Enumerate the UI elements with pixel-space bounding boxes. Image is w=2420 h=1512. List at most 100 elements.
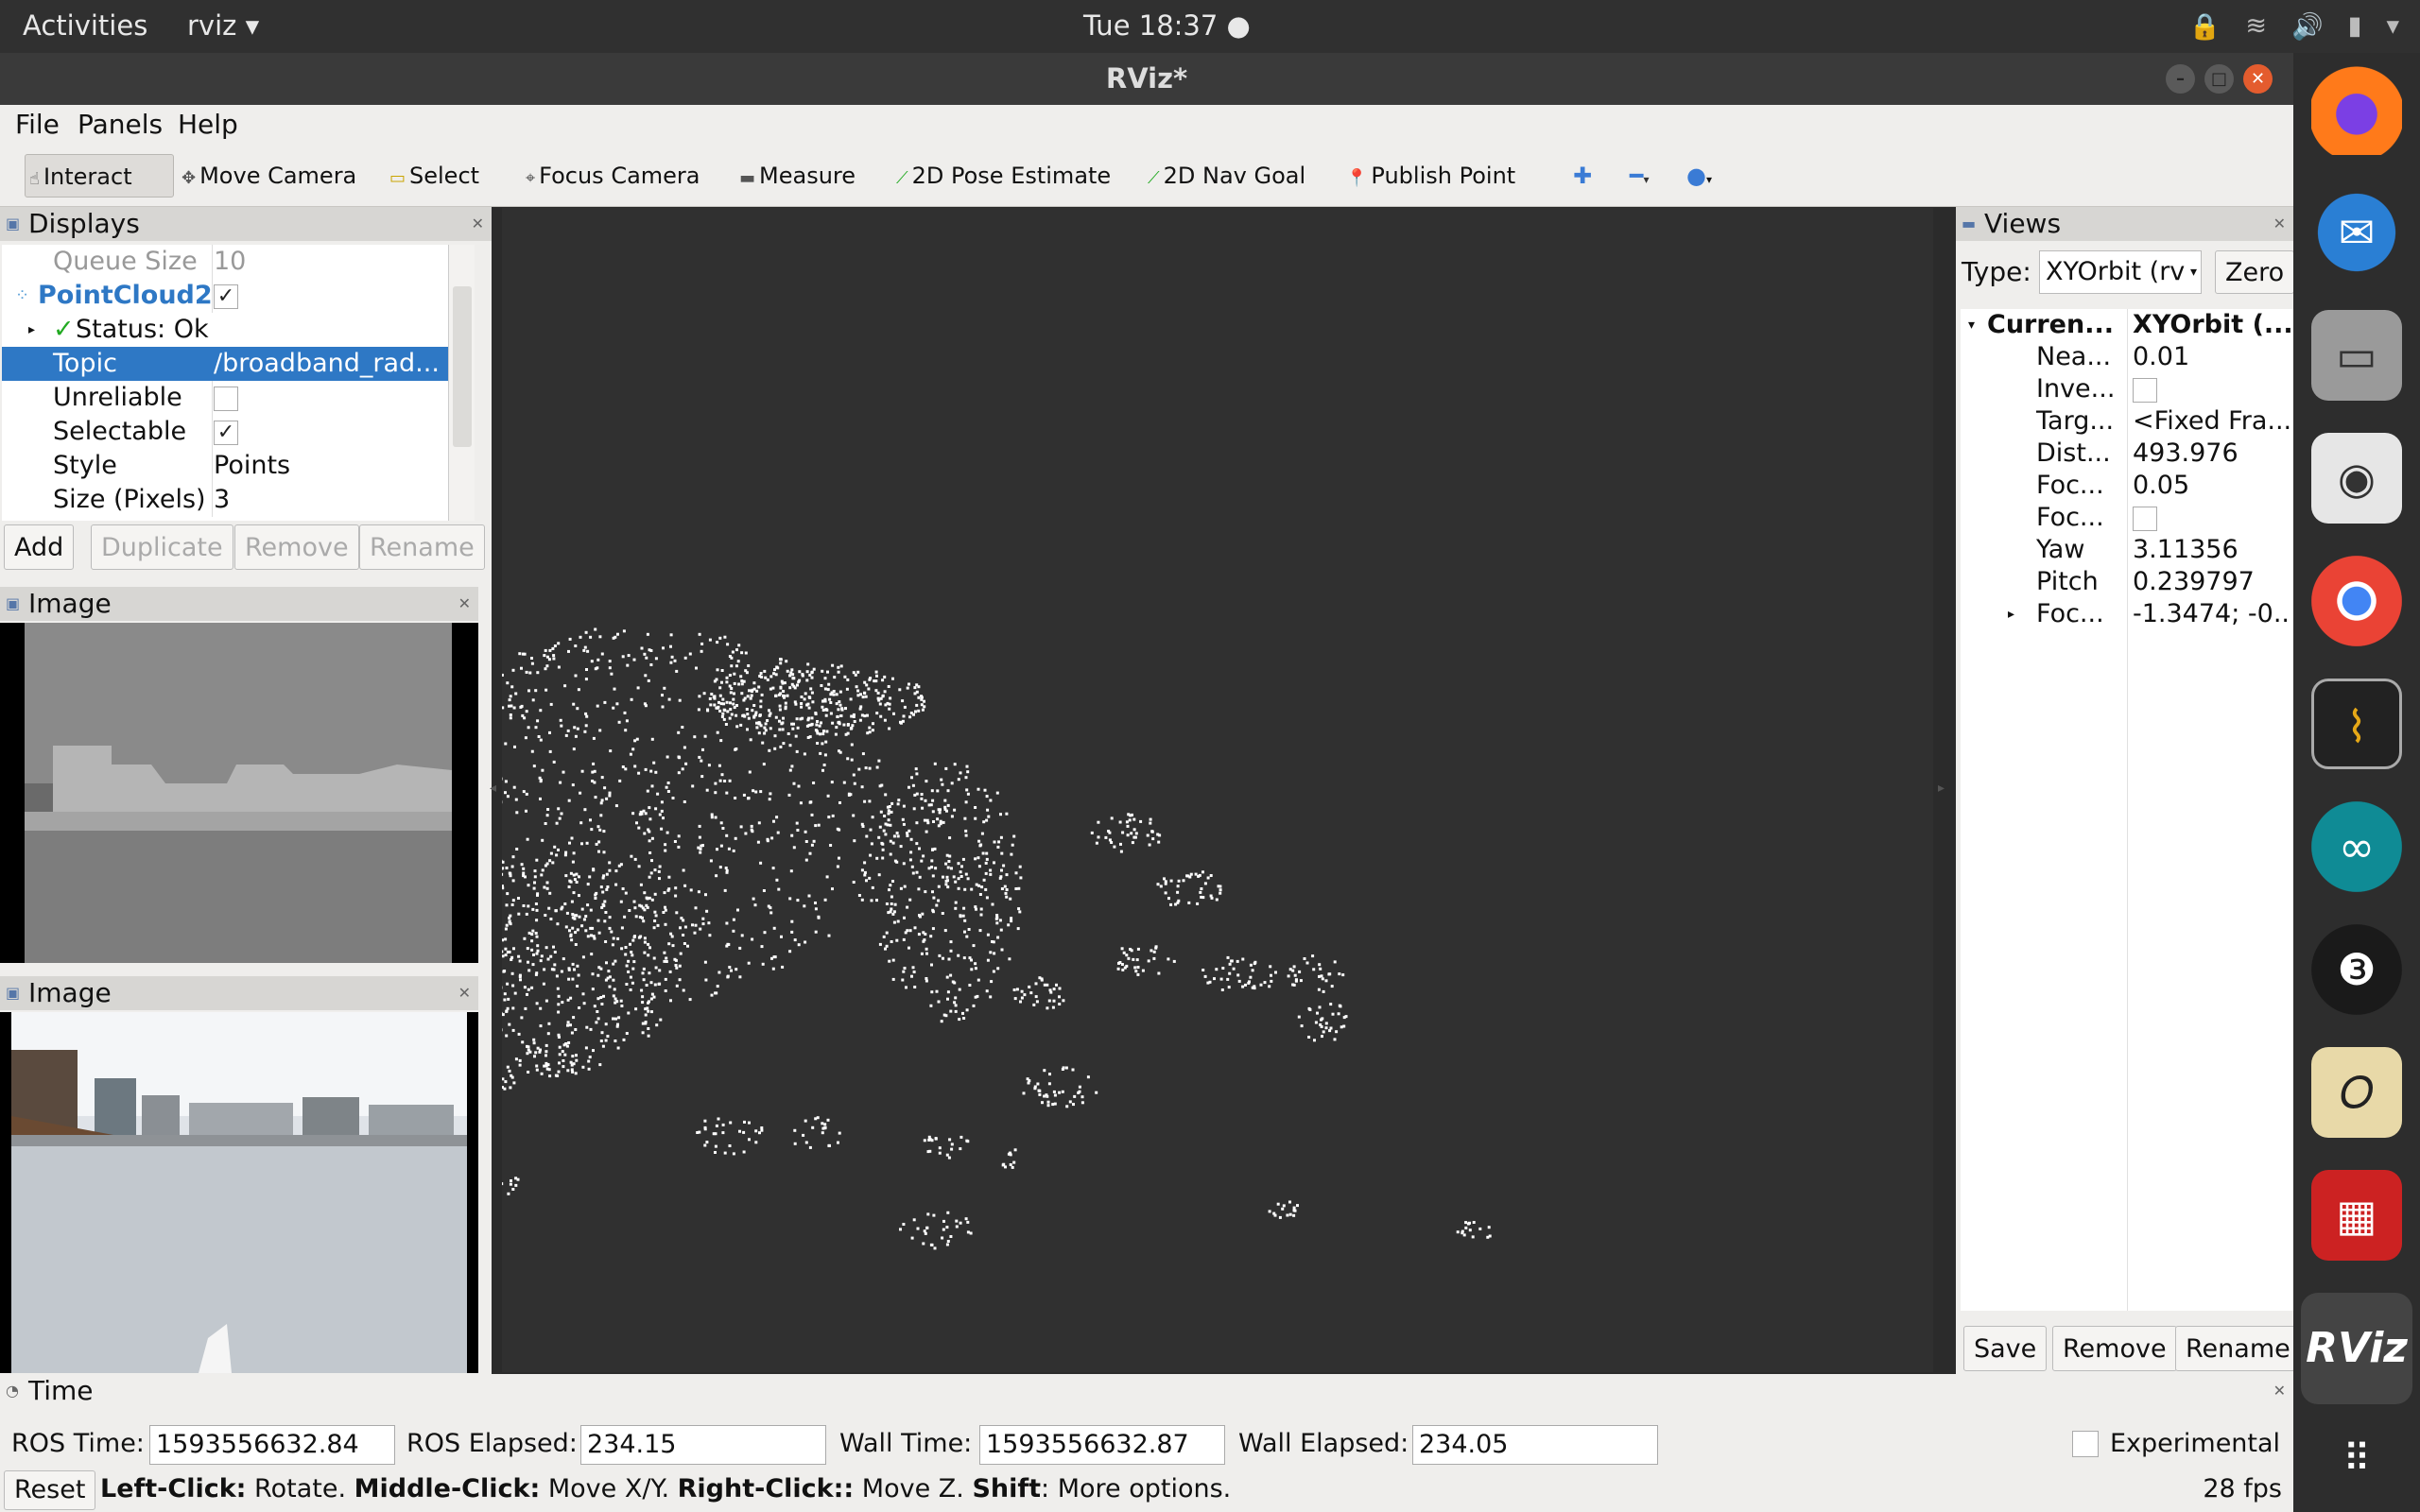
chrome-icon[interactable]: [2311, 556, 2402, 646]
cloud-point: [1187, 901, 1191, 904]
wall-elapsed-field[interactable]: 234.05: [1412, 1425, 1658, 1465]
tree-row-selectable[interactable]: Selectable ✓: [2, 415, 448, 449]
invert-checkbox[interactable]: [2133, 378, 2157, 403]
tool-properties-button[interactable]: ●▾: [1683, 154, 1712, 198]
remove-view-button[interactable]: Remove: [2052, 1326, 2177, 1371]
rhythmbox-icon[interactable]: ◉: [2311, 433, 2402, 524]
cloud-point: [918, 915, 922, 919]
system-monitor-icon[interactable]: ⌇: [2311, 679, 2402, 769]
clock[interactable]: Tue 18:37 ●: [1083, 9, 1251, 42]
displays-scrollbar[interactable]: [448, 245, 475, 521]
render-viewport[interactable]: [502, 208, 1933, 1372]
ros-time-field[interactable]: 1593556632.84: [149, 1425, 395, 1465]
prop-value[interactable]: Points: [214, 449, 290, 483]
tool-select[interactable]: ▭ Select: [386, 154, 479, 198]
close-icon[interactable]: ✕: [2273, 207, 2286, 241]
tree-row-queue-size[interactable]: Queue Size 10: [2, 245, 448, 279]
cloud-point: [636, 686, 640, 690]
rename-view-button[interactable]: Rename: [2175, 1326, 2301, 1371]
prop-value[interactable]: 0.05: [2133, 470, 2291, 502]
cloud-point: [836, 715, 839, 718]
firefox-icon[interactable]: [2311, 64, 2402, 155]
cloud-point: [608, 791, 612, 795]
cloud-point: [1208, 980, 1212, 984]
prop-value[interactable]: 3.11356: [2133, 534, 2291, 566]
cloud-point: [890, 907, 893, 911]
prop-value[interactable]: 0.239797: [2133, 566, 2291, 598]
activities-button[interactable]: Activities: [23, 9, 147, 42]
system-tray[interactable]: 🔒 ≋ 🔊 ▮ ▾: [2189, 11, 2399, 42]
cloud-point: [1297, 1015, 1301, 1019]
collapse-icon[interactable]: ▾: [1968, 309, 1975, 341]
tree-row-style[interactable]: Style Points: [2, 449, 448, 483]
tree-row-status[interactable]: ▸ ✓ Status: Ok: [2, 313, 448, 347]
unreliable-checkbox[interactable]: [214, 387, 238, 411]
app-grid-icon[interactable]: ⠿: [2311, 1414, 2402, 1504]
collapse-right-icon[interactable]: ▸: [1938, 781, 1945, 796]
ros-elapsed-field[interactable]: 234.15: [580, 1425, 826, 1465]
menu-help[interactable]: Help: [178, 109, 238, 140]
cloud-point: [788, 950, 792, 954]
close-icon[interactable]: ✕: [458, 587, 471, 621]
arduino-icon[interactable]: ∞: [2311, 801, 2402, 892]
maps-icon[interactable]: 𝑂: [2311, 1047, 2402, 1138]
thunderbird-icon[interactable]: ✉: [2311, 187, 2402, 278]
close-button[interactable]: ✕: [2243, 64, 2273, 94]
remove-tool-button[interactable]: ━▾: [1626, 154, 1649, 198]
tool-move-camera[interactable]: ✥ Move Camera: [178, 154, 356, 198]
menu-panels[interactable]: Panels: [78, 109, 163, 140]
tool-publish-point[interactable]: 📍 Publish Point: [1342, 154, 1515, 198]
tool-measure[interactable]: ▬ Measure: [735, 154, 856, 198]
close-icon[interactable]: ✕: [472, 207, 484, 241]
reset-button[interactable]: Reset: [4, 1470, 96, 1510]
cloud-point: [653, 910, 657, 914]
terminal-app-icon[interactable]: ▦: [2311, 1170, 2402, 1261]
prop-value[interactable]: 0.01: [2133, 341, 2291, 373]
cloud-point: [887, 809, 890, 813]
rename-button[interactable]: Rename: [359, 524, 485, 570]
cloud-point: [680, 917, 683, 920]
tool-interact[interactable]: ☝ Interact: [25, 154, 174, 198]
tree-row-topic[interactable]: Topic/broadband_rad...: [2, 347, 448, 381]
zero-button[interactable]: Zero: [2215, 250, 2295, 294]
prop-value[interactable]: /broadband_rad...: [214, 347, 440, 381]
prop-value: 10: [214, 247, 247, 276]
tool-focus-camera[interactable]: ⌖ Focus Camera: [522, 154, 700, 198]
tool-2d-nav-goal[interactable]: ⟋ 2D Nav Goal: [1144, 154, 1305, 198]
close-icon[interactable]: ✕: [458, 976, 471, 1010]
tree-row-size[interactable]: Size (Pixels) 3: [2, 483, 448, 517]
tree-row-pointcloud2[interactable]: ⁘ PointCloud2 ✓: [2, 279, 448, 313]
expand-icon[interactable]: ▸: [28, 313, 35, 347]
cloud-point: [536, 892, 540, 896]
add-tool-button[interactable]: ✚: [1569, 154, 1592, 198]
menu-file[interactable]: File: [15, 109, 60, 140]
cloud-point: [906, 833, 909, 837]
minimize-button[interactable]: –: [2166, 64, 2195, 94]
maximize-button[interactable]: □: [2204, 64, 2234, 94]
tool-2d-pose-estimate[interactable]: ⟋ 2D Pose Estimate: [892, 154, 1111, 198]
scroll-thumb[interactable]: [453, 286, 472, 447]
app-menu[interactable]: rviz ▾: [187, 9, 259, 42]
cloud-point: [723, 709, 727, 713]
prop-value[interactable]: 493.976: [2133, 438, 2291, 470]
enable-checkbox[interactable]: ✓: [214, 284, 238, 309]
tree-row-unreliable[interactable]: Unreliable: [2, 381, 448, 415]
collapse-left-icon[interactable]: ◂: [490, 781, 496, 796]
save-view-button[interactable]: Save: [1963, 1326, 2048, 1371]
add-button[interactable]: Add: [4, 524, 75, 570]
wall-time-field[interactable]: 1593556632.87: [979, 1425, 1225, 1465]
selectable-checkbox[interactable]: ✓: [214, 421, 238, 445]
close-icon[interactable]: ✕: [2273, 1374, 2286, 1408]
focal-shape-checkbox[interactable]: [2133, 507, 2157, 531]
duplicate-button[interactable]: Duplicate: [91, 524, 233, 570]
blender-icon[interactable]: ❸: [2311, 924, 2402, 1015]
files-icon[interactable]: ▭: [2311, 310, 2402, 401]
remove-button[interactable]: Remove: [234, 524, 359, 570]
view-type-select[interactable]: XYOrbit (rv ▾: [2039, 250, 2202, 294]
expand-icon[interactable]: ▸: [2008, 598, 2014, 630]
prop-value[interactable]: 3: [214, 483, 230, 517]
prop-value[interactable]: <Fixed Fra...: [2133, 405, 2291, 438]
prop-value[interactable]: -1.3474; -0...: [2133, 598, 2291, 630]
experimental-checkbox[interactable]: [2072, 1431, 2099, 1457]
rviz-dock-icon[interactable]: RViz: [2301, 1293, 2412, 1404]
